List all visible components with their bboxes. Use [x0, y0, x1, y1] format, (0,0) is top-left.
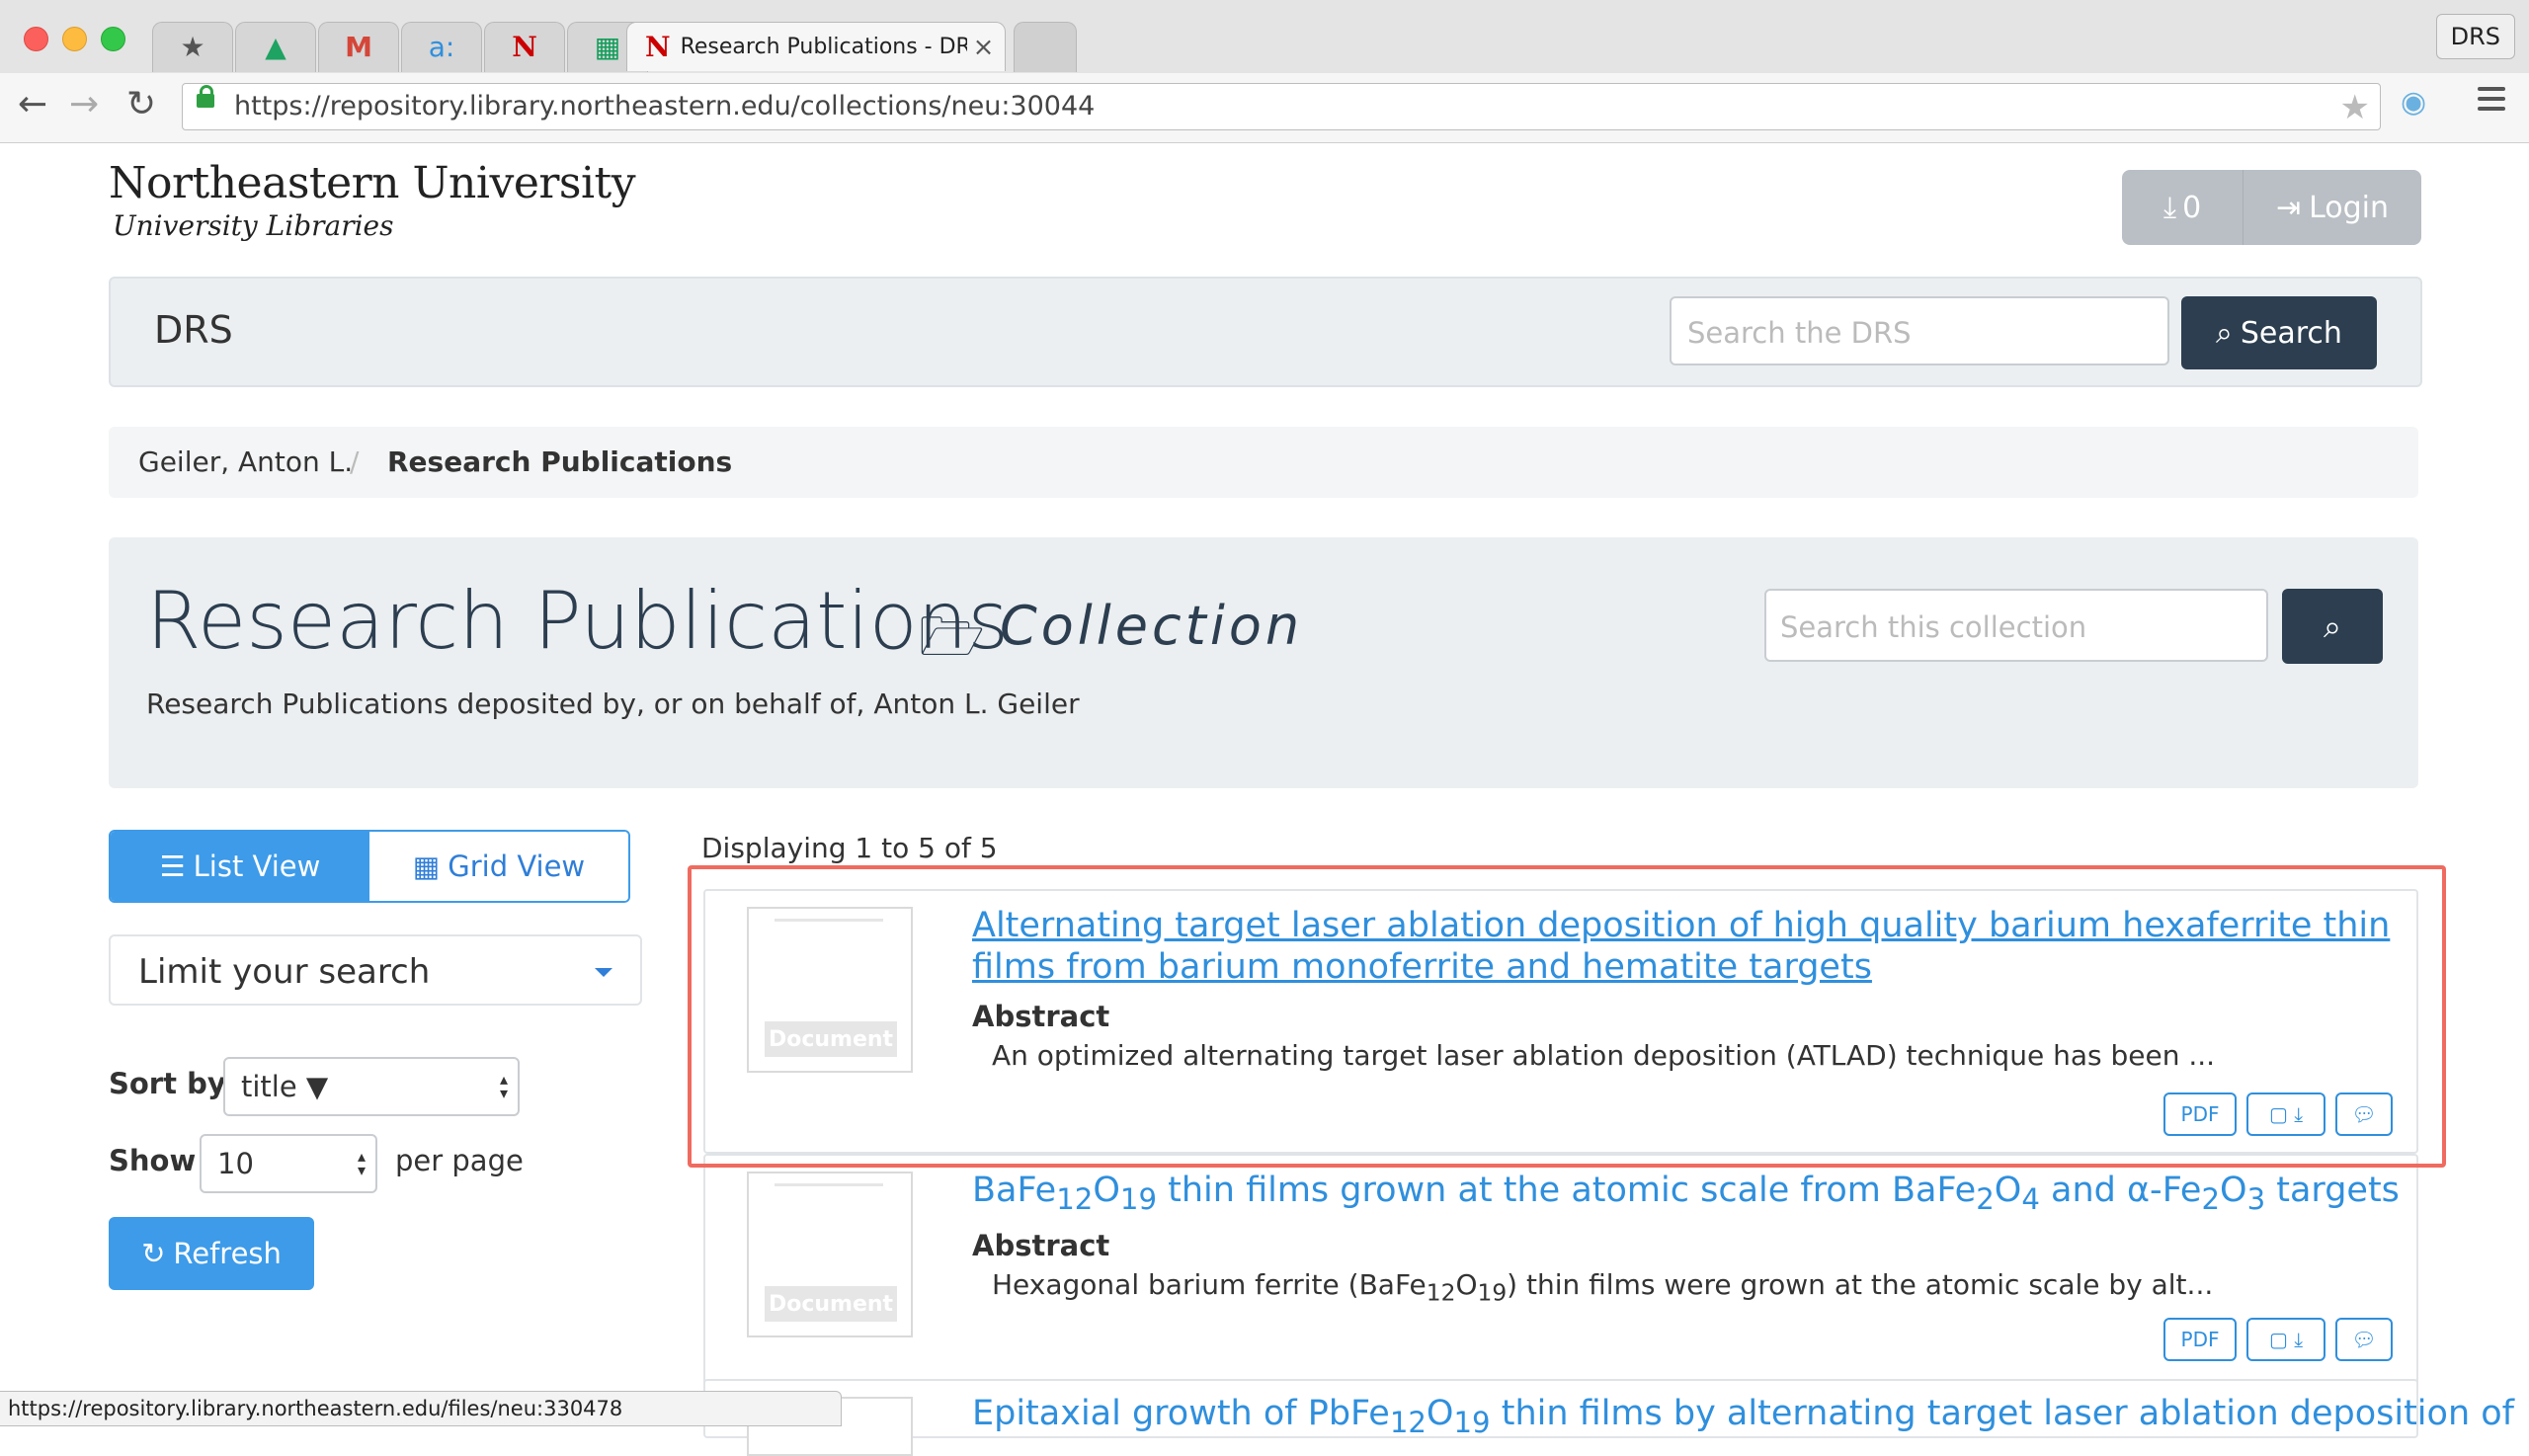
- browser-toolbar: ← → ↻ https://repository.library.northea…: [0, 73, 2529, 143]
- per-page-select[interactable]: 10 ▴ ▾: [200, 1134, 377, 1193]
- login-label: Login: [2309, 190, 2390, 225]
- grid-view-button[interactable]: ▦ Grid View: [369, 832, 628, 901]
- grid-icon: ▦: [412, 849, 441, 883]
- academia-icon: a:: [428, 31, 455, 63]
- result-title-link[interactable]: Epitaxial growth of PbFe12O19 thin films…: [972, 1393, 2514, 1443]
- minimize-window-button[interactable]: [62, 27, 87, 51]
- address-bar[interactable]: https://repository.library.northeastern.…: [182, 83, 2381, 130]
- sign-in-icon: ⇥: [2275, 190, 2302, 225]
- drs-search-button[interactable]: ⌕ Search: [2181, 296, 2377, 369]
- breadcrumb-current: Research Publications: [387, 445, 733, 478]
- collection-search-button[interactable]: ⌕: [2282, 589, 2383, 664]
- northeastern-logo-icon: N: [512, 31, 537, 63]
- libraries-logo-subtitle: University Libraries: [113, 209, 394, 242]
- pdf-button[interactable]: PDF: [2163, 1318, 2237, 1361]
- checkbox-download-icon: ▢ ⤓: [2268, 1328, 2304, 1351]
- drs-brand-link[interactable]: DRS: [154, 308, 233, 352]
- refresh-label: Refresh: [173, 1237, 282, 1270]
- downloads-button[interactable]: ⤓ 0: [2122, 170, 2243, 245]
- view-toggle: ☰ List View ▦ Grid View: [109, 830, 630, 903]
- download-to-set-button[interactable]: ▢ ⤓: [2246, 1318, 2325, 1361]
- tab-title: Research Publications - DRS: [680, 35, 967, 59]
- document-badge: Document: [765, 1286, 897, 1322]
- back-arrow-icon[interactable]: ←: [18, 87, 47, 122]
- zoom-window-button[interactable]: [101, 27, 125, 51]
- user-button-group: ⤓ 0 ⇥ Login: [2122, 170, 2421, 245]
- star-icon: ★: [180, 31, 205, 63]
- tab-bookmarks[interactable]: ★: [152, 22, 233, 72]
- tab-northeastern[interactable]: N: [484, 22, 565, 72]
- bookmark-star-icon[interactable]: ★: [2340, 88, 2370, 127]
- browser-tab-bar: ★ ▲ M a: N ▦ N Research Publications - D…: [0, 0, 2529, 74]
- breadcrumb-author-link[interactable]: Geiler, Anton L.: [138, 427, 353, 498]
- download-icon: ⤓: [2162, 190, 2177, 225]
- login-button[interactable]: ⇥ Login: [2243, 170, 2421, 245]
- northeastern-logo-icon: N: [645, 30, 671, 63]
- limit-search-label: Limit your search: [138, 952, 431, 992]
- menu-icon[interactable]: [2478, 87, 2505, 117]
- search-button-label: Search: [2240, 315, 2342, 351]
- per-page-value: 10: [217, 1147, 254, 1180]
- highlight-box: [688, 865, 2446, 1168]
- google-drive-icon: ▲: [265, 31, 286, 63]
- limit-search-dropdown[interactable]: Limit your search: [109, 934, 642, 1006]
- drs-navbar: DRS Search the DRS ⌕ Search: [109, 277, 2422, 387]
- cite-button[interactable]: 💬︎: [2335, 1318, 2393, 1361]
- list-view-label: List View: [193, 849, 321, 883]
- show-label: Show: [109, 1144, 197, 1177]
- forward-arrow-icon[interactable]: →: [69, 87, 99, 122]
- refresh-icon: ↻: [141, 1237, 166, 1270]
- results-count: Displaying 1 to 5 of 5: [701, 832, 998, 864]
- collection-description: Research Publications deposited by, or o…: [146, 688, 1080, 720]
- tab-research-publications[interactable]: N Research Publications - DRS ×: [626, 22, 1006, 71]
- sort-by-select[interactable]: title ▼ ▴ ▾: [223, 1057, 520, 1116]
- select-arrows-icon: ▴ ▾: [357, 1147, 366, 1179]
- download-count: 0: [2182, 190, 2202, 225]
- university-logo[interactable]: Northeastern University: [109, 158, 636, 208]
- per-page-label: per page: [395, 1144, 524, 1177]
- collection-header: Research Publications 🗁 Collection Resea…: [109, 537, 2418, 788]
- tab-google-drive[interactable]: ▲: [235, 22, 316, 72]
- comments-icon: 💬︎: [2351, 1328, 2377, 1351]
- list-view-button[interactable]: ☰ List View: [111, 832, 369, 901]
- document-thumbnail[interactable]: Document: [747, 1172, 913, 1337]
- list-icon: ☰: [159, 849, 186, 883]
- result-actions: PDF ▢ ⤓ 💬︎: [2163, 1318, 2393, 1361]
- breadcrumb-separator: /: [350, 445, 360, 478]
- result-title-link[interactable]: BaFe12O19 thin films grown at the atomic…: [972, 1170, 2400, 1220]
- gmail-icon: M: [345, 31, 372, 63]
- thumbnail-text-line: [775, 1183, 883, 1186]
- sort-by-value: title ▼: [241, 1070, 329, 1103]
- sort-by-label: Sort by: [109, 1067, 226, 1100]
- new-tab-button[interactable]: [1014, 22, 1077, 72]
- abstract-label: Abstract: [972, 1229, 1110, 1262]
- refresh-button[interactable]: ↻ Refresh: [109, 1217, 314, 1290]
- camera-icon[interactable]: ◉: [2401, 85, 2426, 120]
- grid-view-label: Grid View: [448, 849, 586, 883]
- tab-gmail[interactable]: M: [318, 22, 399, 72]
- abstract-text: Hexagonal barium ferrite (BaFe12O19) thi…: [992, 1268, 2214, 1307]
- lock-icon: [197, 85, 214, 108]
- search-icon: ⌕: [2216, 315, 2233, 351]
- collection-search-input[interactable]: Search this collection: [1764, 589, 2268, 662]
- result-item: Epitaxial growth of PbFe12O19 thin films…: [703, 1379, 2514, 1456]
- tab-academia[interactable]: a:: [401, 22, 482, 72]
- breadcrumb: Geiler, Anton L. / Research Publications: [109, 427, 2418, 498]
- close-tab-icon[interactable]: ×: [973, 33, 995, 62]
- reload-icon[interactable]: ↻: [126, 87, 156, 122]
- folder-open-icon: 🗁: [919, 606, 985, 668]
- drs-search-input[interactable]: Search the DRS: [1670, 296, 2169, 365]
- status-bar-url: https://repository.library.northeastern.…: [0, 1391, 842, 1426]
- url-text: https://repository.library.northeastern.…: [234, 91, 1096, 121]
- profile-button[interactable]: DRS: [2435, 14, 2515, 59]
- caret-down-icon: [595, 968, 612, 977]
- page-title: Research Publications: [146, 575, 1010, 667]
- select-arrows-icon: ▴ ▾: [499, 1070, 508, 1102]
- search-icon: ⌕: [2324, 607, 2341, 645]
- close-window-button[interactable]: [24, 27, 48, 51]
- collection-type-label: Collection: [1000, 595, 1304, 657]
- sheets-icon: ▦: [594, 31, 621, 63]
